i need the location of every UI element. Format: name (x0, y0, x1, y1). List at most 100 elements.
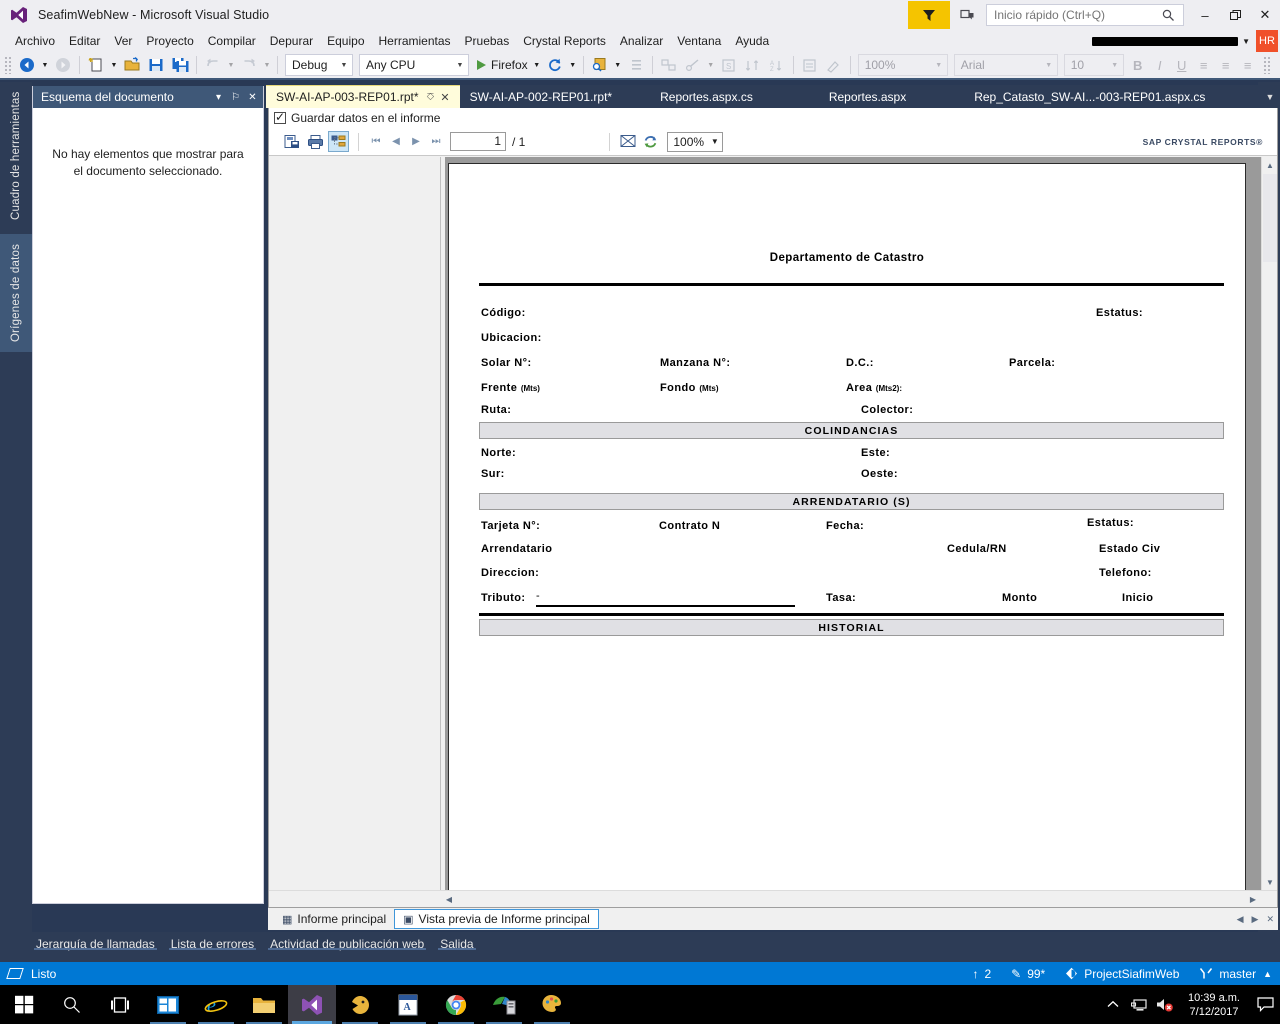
tab-sw-ai-ap-003-rep01[interactable]: SW-AI-AP-003-REP01.rpt* ⎏ ✕ (266, 85, 460, 108)
chevron-down-icon[interactable]: ▼ (707, 137, 722, 146)
tab-sw-ai-ap-002-rep01[interactable]: SW-AI-AP-002-REP01.rpt* (460, 85, 623, 108)
menu-ayuda[interactable]: Ayuda (728, 31, 776, 51)
toolbar-grip[interactable] (4, 56, 12, 74)
scroll-up-arrow-icon[interactable]: ▲ (1262, 157, 1278, 173)
chevron-down-icon[interactable]: ▼ (931, 62, 947, 69)
view-tabs-prev-button[interactable]: ◀ (1233, 914, 1248, 925)
previous-page-button[interactable]: ◀ (386, 131, 406, 152)
first-page-button[interactable]: ⏮ (366, 131, 386, 152)
close-button[interactable]: ✕ (1250, 0, 1280, 30)
taskbar-clock[interactable]: 10:39 a.m. 7/12/2017 (1178, 991, 1250, 1019)
font-size-combo[interactable]: 10 ▼ (1063, 54, 1124, 76)
italic-button[interactable]: I (1149, 53, 1171, 77)
menu-ventana[interactable]: Ventana (670, 31, 728, 51)
refresh-browser-dropdown[interactable]: ▼ (567, 53, 579, 77)
visual-studio-icon[interactable] (288, 985, 336, 1024)
tab-reportes-aspx[interactable]: Reportes.aspx (791, 85, 944, 108)
redo-button[interactable] (237, 53, 261, 77)
menu-equipo[interactable]: Equipo (320, 31, 371, 51)
scroll-left-arrow-icon[interactable]: ◀ (441, 891, 457, 907)
chevron-down-icon[interactable]: ▼ (452, 62, 468, 69)
solution-platform-combo[interactable]: Any CPU ▼ (359, 54, 469, 76)
format-painter-button[interactable] (822, 53, 846, 77)
navigate-backward-button[interactable] (15, 53, 39, 77)
insert-summary-button[interactable] (798, 53, 822, 77)
search-text-button[interactable] (617, 131, 638, 152)
menu-pruebas[interactable]: Pruebas (458, 31, 517, 51)
insert-section-button[interactable]: S (717, 53, 741, 77)
save-all-button[interactable] (168, 53, 192, 77)
task-view-icon[interactable] (96, 985, 144, 1024)
network-icon[interactable] (1126, 985, 1152, 1024)
chevron-down-icon[interactable]: ▾ (210, 88, 227, 106)
quick-launch-input[interactable] (994, 8, 1162, 22)
start-debugging-dropdown[interactable]: ▼ (531, 53, 543, 77)
new-project-dropdown[interactable]: ▼ (108, 53, 120, 77)
chevron-down-icon[interactable]: ▼ (1107, 62, 1123, 69)
pin-icon[interactable]: ⚐ (227, 88, 244, 106)
menu-proyecto[interactable]: Proyecto (139, 31, 200, 51)
align-left-button[interactable]: ≡ (1193, 53, 1215, 77)
sort-az-button[interactable]: A Z (765, 53, 789, 77)
close-icon[interactable]: ✕ (244, 88, 261, 106)
tab-overflow-button[interactable]: ▼ (1260, 85, 1280, 108)
sort-expert-button[interactable] (741, 53, 765, 77)
scroll-down-arrow-icon[interactable]: ▼ (1262, 874, 1278, 890)
quick-launch-box[interactable] (986, 4, 1184, 26)
format-objects-button[interactable] (681, 53, 705, 77)
undo-dropdown[interactable]: ▼ (225, 53, 237, 77)
export-report-button[interactable] (282, 131, 303, 152)
open-file-button[interactable] (120, 53, 144, 77)
report-vertical-scrollbar[interactable]: ▲ ▼ (1261, 157, 1277, 890)
save-button[interactable] (144, 53, 168, 77)
sidebar-item-output[interactable]: Salida (432, 932, 481, 951)
chevron-down-icon[interactable]: ▼ (336, 62, 352, 69)
view-tabs-close-button[interactable]: ✕ (1262, 914, 1278, 925)
account-area[interactable]: ▼ HR (1092, 30, 1280, 52)
action-center-icon[interactable] (1250, 985, 1280, 1024)
sidebar-item-call-hierarchy[interactable]: Jerarquía de llamadas (28, 932, 163, 951)
report-horizontal-scrollbar[interactable]: ◀ ▶ (269, 890, 1277, 906)
page-number-input[interactable]: 1 (450, 132, 506, 151)
align-center-button[interactable]: ≡ (1215, 53, 1237, 77)
restore-button[interactable] (1220, 0, 1250, 30)
menu-depurar[interactable]: Depurar (263, 31, 320, 51)
scroll-right-arrow-icon[interactable]: ▶ (1245, 891, 1261, 907)
report-zoom-combo[interactable]: 100% ▼ (857, 54, 948, 76)
print-report-button[interactable] (305, 131, 326, 152)
filezilla-icon[interactable] (336, 985, 384, 1024)
menu-herramientas[interactable]: Herramientas (372, 31, 458, 51)
menu-analizar[interactable]: Analizar (613, 31, 670, 51)
source-control-repo-item[interactable]: ProjectSiafimWeb (1065, 967, 1179, 981)
find-dropdown[interactable]: ▼ (612, 53, 624, 77)
last-page-button[interactable]: ⏭ (426, 131, 446, 152)
word-icon[interactable]: A (384, 985, 432, 1024)
navigate-forward-button[interactable] (51, 53, 75, 77)
align-objects-button[interactable] (657, 53, 681, 77)
sidebar-item-web-publish-activity[interactable]: Actividad de publicación web (262, 932, 432, 951)
format-objects-dropdown[interactable]: ▼ (705, 53, 717, 77)
search-icon[interactable] (48, 985, 96, 1024)
solution-configuration-combo[interactable]: Debug ▼ (285, 54, 353, 76)
minimize-button[interactable]: – (1190, 0, 1220, 30)
avatar[interactable]: HR (1256, 30, 1278, 52)
source-control-branch-item[interactable]: master ▲ (1199, 967, 1272, 981)
view-tabs-next-button[interactable]: ▶ (1248, 914, 1263, 925)
new-project-button[interactable] (84, 53, 108, 77)
navigate-backward-dropdown[interactable]: ▼ (39, 53, 51, 77)
pin-icon[interactable]: ⎏ (427, 92, 435, 103)
underline-button[interactable]: U (1171, 53, 1193, 77)
unpublished-changes-item[interactable]: ✎ 99* (1011, 967, 1045, 981)
chevron-down-icon[interactable]: ▼ (1242, 37, 1250, 46)
sidebar-item-data-sources[interactable]: Orígenes de datos (0, 234, 32, 352)
start-icon[interactable] (0, 985, 48, 1024)
close-icon[interactable]: ✕ (440, 91, 449, 104)
refresh-browser-button[interactable] (543, 53, 567, 77)
chevron-up-icon[interactable]: ▲ (1263, 969, 1272, 979)
show-hidden-icons-button[interactable] (1100, 985, 1126, 1024)
sidebar-item-error-list[interactable]: Lista de errores (163, 932, 262, 951)
menu-compilar[interactable]: Compilar (201, 31, 263, 51)
news-icon[interactable] (144, 985, 192, 1024)
tab-rep-catasto[interactable]: Rep_Catasto_SW-AI...-003-REP01.aspx.cs (944, 85, 1235, 108)
font-family-combo[interactable]: Arial ▼ (953, 54, 1058, 76)
